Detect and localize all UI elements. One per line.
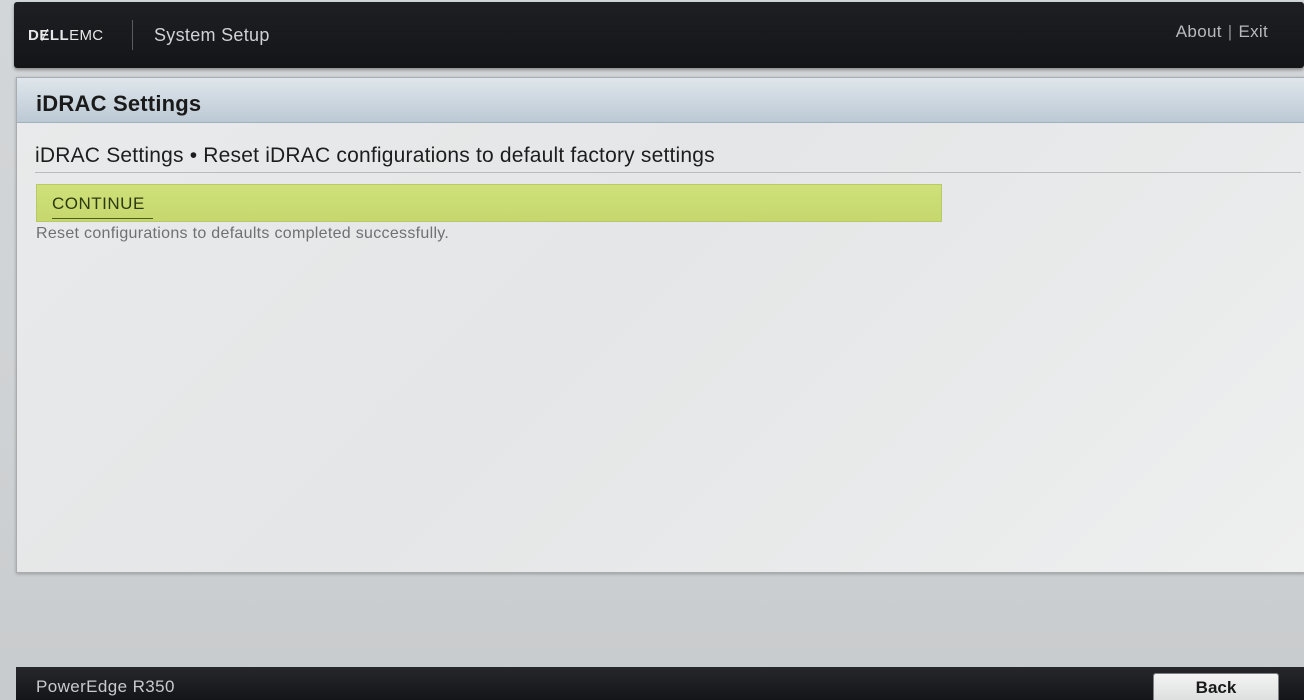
exit-link[interactable]: Exit — [1238, 22, 1268, 41]
status-message: Reset configurations to defaults complet… — [36, 225, 450, 242]
continue-link[interactable]: CONTINUE — [52, 194, 153, 219]
section-divider — [35, 172, 1301, 173]
panel-header: iDRAC Settings — [17, 78, 1304, 123]
top-header-bar: DɆLLEMC System Setup About | Exit — [14, 2, 1304, 68]
section-title: iDRAC Settings • Reset iDRAC configurati… — [35, 144, 715, 167]
app-title: System Setup — [154, 25, 270, 45]
system-setup-screen: DɆLLEMC System Setup About | Exit iDRAC Se… — [0, 0, 1304, 700]
back-button[interactable]: Back — [1153, 673, 1279, 700]
dell-emc-logo: DɆLLEMC — [28, 27, 103, 44]
brand-emc: EMC — [69, 27, 104, 44]
top-links: About | Exit — [1176, 22, 1268, 42]
brand-dell: DɆLL — [28, 27, 70, 44]
continue-row[interactable]: CONTINUE — [36, 184, 942, 222]
system-model: PowerEdge R350 — [36, 677, 175, 696]
about-link[interactable]: About — [1176, 22, 1222, 41]
header-divider — [132, 20, 133, 50]
main-panel: iDRAC Settings iDRAC Settings • Reset iD… — [16, 77, 1304, 573]
page-title: iDRAC Settings — [36, 91, 202, 116]
link-separator: | — [1227, 22, 1233, 41]
footer-bar: PowerEdge R350 Back — [16, 667, 1304, 700]
